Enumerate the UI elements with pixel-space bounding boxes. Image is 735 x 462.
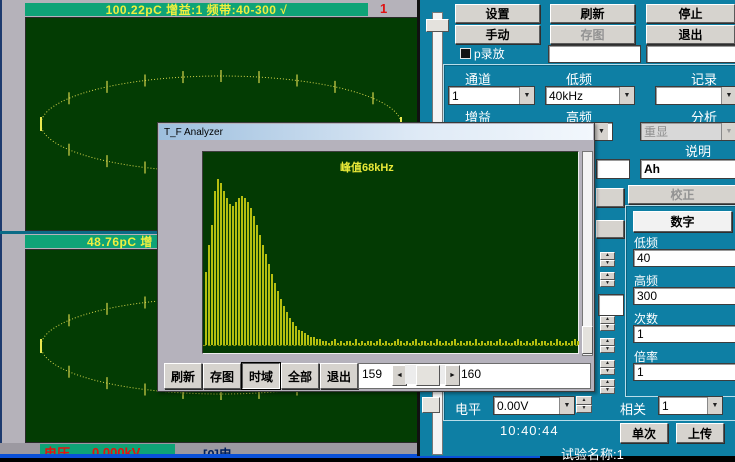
digital-button[interactable]: 数字 (633, 211, 732, 232)
tf-spectrum-plot: 峰值68kHz (202, 151, 579, 354)
spinner-stepper[interactable]: ▲▼ (600, 272, 615, 287)
digital-lowfreq-field[interactable]: 40 (633, 249, 735, 267)
level-dropdown[interactable]: 0.00V ▼ (493, 396, 575, 415)
exit-button[interactable]: 退出 (646, 25, 735, 44)
p-playback-checkbox[interactable] (460, 48, 471, 59)
chevron-down-icon[interactable]: ▼ (619, 87, 634, 104)
spinner-stepper[interactable]: ▲▼ (600, 316, 615, 331)
chevron-down-icon: ▼ (721, 123, 735, 140)
record-dropdown[interactable]: ▼ (655, 86, 735, 105)
display1-header: 100.22pC 增益:1 频带:40-300 √ (25, 3, 368, 16)
display1-channel-badge: 1 (380, 1, 387, 16)
pd-measurement-app: 100.22pC 增益:1 频带:40-300 √ 1 48.76pC 增 电压… (0, 0, 735, 462)
hidden-button-fragment (596, 188, 624, 207)
chevron-down-icon[interactable]: ▼ (559, 397, 574, 414)
digital-ratio-field[interactable]: 1 (633, 363, 735, 381)
tf-save-image-button[interactable]: 存图 (203, 363, 241, 389)
settings-button[interactable]: 设置 (455, 4, 540, 23)
hidden-highfreq-dropdown-fragment[interactable]: ▼ (593, 122, 613, 141)
tf-vertical-scrollbar-thumb[interactable] (582, 326, 593, 354)
upload-button[interactable]: 上传 (676, 423, 724, 443)
related-dropdown[interactable]: 1 ▼ (658, 396, 723, 415)
p-playback-label: p录放 (474, 45, 505, 62)
level-stepper[interactable]: ▲▼ (576, 396, 592, 413)
tf-scrollbar-thumb[interactable] (416, 365, 440, 386)
tf-exit-button[interactable]: 退出 (320, 363, 358, 389)
tf-refresh-button[interactable]: 刷新 (164, 363, 202, 389)
playback-field-1[interactable] (548, 45, 641, 63)
calibration-button[interactable]: 校正 (628, 185, 735, 204)
tf-scroll-left-value: 159 (362, 367, 382, 381)
tf-window-title: T_F Analyzer (164, 127, 223, 138)
spinner-stepper[interactable]: ▲▼ (600, 360, 615, 375)
chevron-down-icon[interactable]: ▼ (594, 123, 608, 140)
chevron-down-icon[interactable]: ▼ (721, 87, 735, 104)
gain-slider-thumb-bottom[interactable] (422, 397, 440, 413)
analysis-dropdown[interactable]: 重显 ▼ (640, 122, 735, 141)
hidden-field-fragment[interactable] (596, 159, 630, 179)
histogram (203, 152, 578, 353)
clock: 10:40:44 (500, 423, 559, 438)
tf-scroll-right-value: 160 (461, 367, 481, 381)
description-label: 说明 (685, 141, 711, 160)
refresh-button[interactable]: 刷新 (550, 4, 635, 23)
single-shot-button[interactable]: 单次 (620, 423, 668, 443)
spinner-stepper[interactable]: ▲▼ (600, 252, 615, 267)
tf-time-domain-button[interactable]: 时域 (242, 363, 280, 389)
chevron-down-icon[interactable]: ▼ (707, 397, 722, 414)
hidden-box-fragment (598, 294, 624, 316)
spinner-stepper[interactable]: ▲▼ (600, 379, 615, 394)
digital-highfreq-field[interactable]: 300 (633, 287, 735, 305)
lowfreq-dropdown[interactable]: 40kHz ▼ (545, 86, 635, 105)
tf-analyzer-window: T_F Analyzer 峰值68kHz 刷新 存图 时域 全部 退出 159 … (157, 122, 595, 392)
digital-count-field[interactable]: 1 (633, 325, 735, 343)
description-field[interactable]: Ah (640, 159, 735, 179)
chevron-down-icon[interactable]: ▼ (519, 87, 534, 104)
level-label: 电平 (455, 399, 481, 418)
save-image-button[interactable]: 存图 (550, 25, 635, 44)
manual-button[interactable]: 手动 (455, 25, 540, 44)
gain-slider-thumb-top[interactable] (426, 19, 449, 32)
display1-header-text: 100.22pC 增益:1 频带:40-300 √ (106, 1, 288, 18)
playback-field-2[interactable] (646, 45, 735, 63)
tf-window-titlebar[interactable]: T_F Analyzer (159, 124, 593, 140)
scroll-right-arrow-icon[interactable]: ► (445, 365, 460, 386)
display2-header-text: 48.76pC 增 (87, 233, 153, 250)
test-name: 试验名称:1 (561, 444, 624, 462)
channel-dropdown[interactable]: 1 ▼ (448, 86, 535, 105)
related-label: 相关 (620, 399, 646, 418)
tf-all-button[interactable]: 全部 (281, 363, 319, 389)
stop-button[interactable]: 停止 (646, 4, 735, 23)
hidden-button-fragment (596, 220, 624, 238)
spinner-stepper[interactable]: ▲▼ (600, 338, 615, 353)
